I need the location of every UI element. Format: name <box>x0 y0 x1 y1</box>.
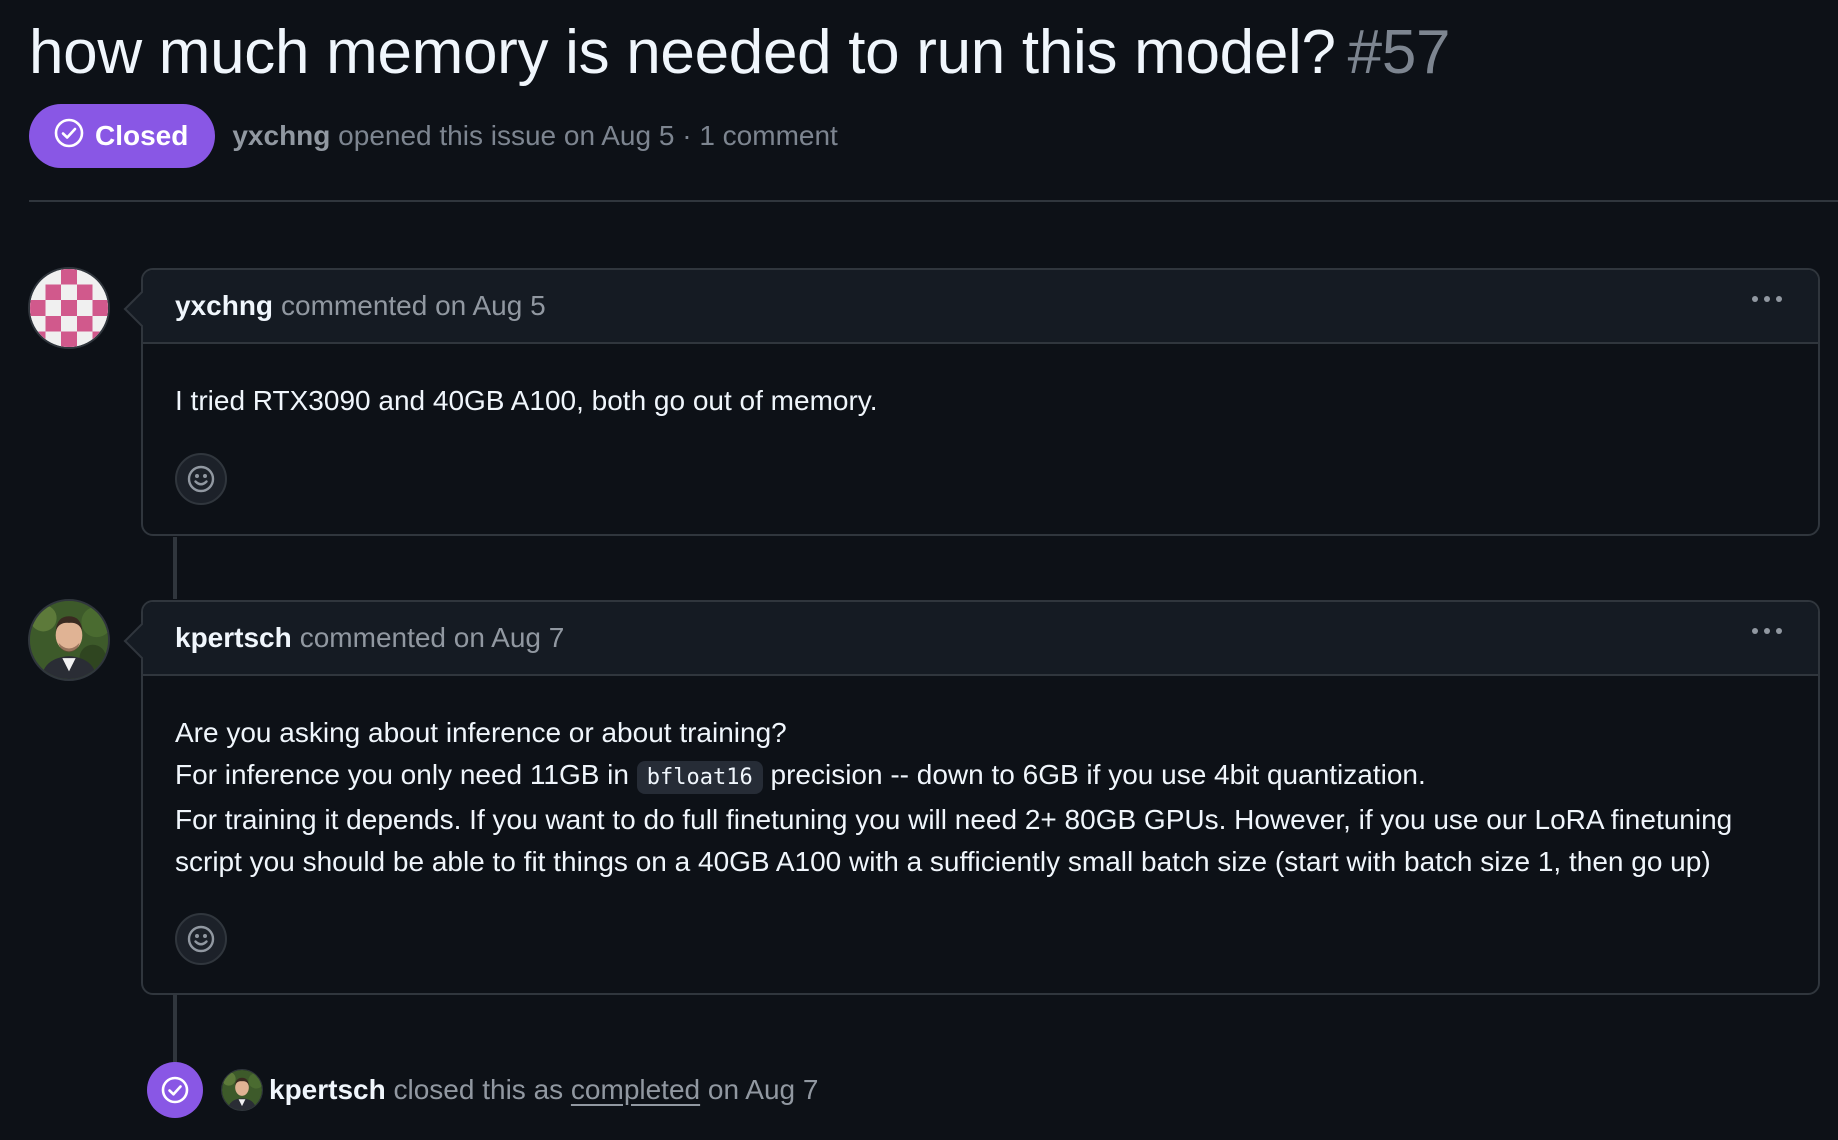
issue-title: how much memory is needed to run this mo… <box>29 14 1451 92</box>
closed-check-icon <box>53 117 85 156</box>
event-text-segment: closed this as <box>393 1074 564 1105</box>
issue-author-link[interactable]: yxchng <box>232 120 330 151</box>
comment-author-link[interactable]: yxchng <box>175 290 273 322</box>
event-avatar[interactable] <box>221 1069 263 1111</box>
avatar-yxchng[interactable] <box>28 267 110 349</box>
comment-card: kpertsch commented on Aug 7 Are you aski… <box>141 600 1820 995</box>
event-author-link[interactable]: kpertsch <box>269 1074 386 1105</box>
avatar-kpertsch[interactable] <box>28 599 110 681</box>
timeline-connector <box>173 993 177 1063</box>
header-divider <box>29 200 1838 202</box>
comment-timestamp[interactable]: commented on Aug 7 <box>300 622 565 654</box>
comment-header: yxchng commented on Aug 5 <box>143 270 1818 344</box>
kebab-menu-icon[interactable] <box>1752 628 1782 634</box>
add-reaction-button[interactable] <box>175 453 227 505</box>
issue-title-text: how much memory is needed to run this mo… <box>29 18 1336 87</box>
completed-link[interactable]: completed <box>571 1074 700 1105</box>
timeline-connector <box>173 537 177 599</box>
issue-state-row: Closed yxchng opened this issue on Aug 5… <box>29 104 838 168</box>
add-reaction-button[interactable] <box>175 913 227 965</box>
comment-text-segment: precision -- down to 6GB if you use 4bit… <box>770 759 1426 790</box>
identicon-icon <box>30 269 108 347</box>
smiley-icon <box>187 465 215 493</box>
event-timestamp[interactable]: on Aug 7 <box>708 1074 819 1105</box>
user-photo-icon <box>30 601 108 679</box>
kebab-menu-icon[interactable] <box>1752 296 1782 302</box>
comment-body: I tried RTX3090 and 40GB A100, both go o… <box>143 344 1818 505</box>
issue-number: #57 <box>1347 18 1451 87</box>
event-text: kpertsch closed this as completed on Aug… <box>269 1074 818 1106</box>
closed-event: kpertsch closed this as completed on Aug… <box>147 1062 818 1118</box>
user-photo-icon <box>222 1070 262 1110</box>
issue-opened-text: opened this issue on Aug 5 · 1 comment <box>338 120 838 151</box>
comment-author-link[interactable]: kpertsch <box>175 622 292 654</box>
comment-text: I tried RTX3090 and 40GB A100, both go o… <box>175 385 878 416</box>
state-label: Closed <box>95 120 189 151</box>
comment-text: Are you asking about inference or about … <box>175 717 787 748</box>
comment-text: For inference you only need 11GB in bflo… <box>175 754 1786 799</box>
issue-page: how much memory is needed to run this mo… <box>0 0 1838 1140</box>
comment-text-segment: For inference you only need 11GB in <box>175 759 629 790</box>
inline-code: bfloat16 <box>636 761 763 794</box>
comment-timestamp[interactable]: commented on Aug 5 <box>281 290 546 322</box>
comment-card: yxchng commented on Aug 5 I tried RTX309… <box>141 268 1820 536</box>
comment-header: kpertsch commented on Aug 7 <box>143 602 1818 676</box>
state-badge: Closed <box>29 104 216 168</box>
check-circle-icon <box>147 1062 203 1118</box>
comment-body: Are you asking about inference or about … <box>143 676 1818 965</box>
issue-meta: yxchng opened this issue on Aug 5 · 1 co… <box>232 120 837 152</box>
comment-text: For training it depends. If you want to … <box>175 804 1733 877</box>
smiley-icon <box>187 925 215 953</box>
